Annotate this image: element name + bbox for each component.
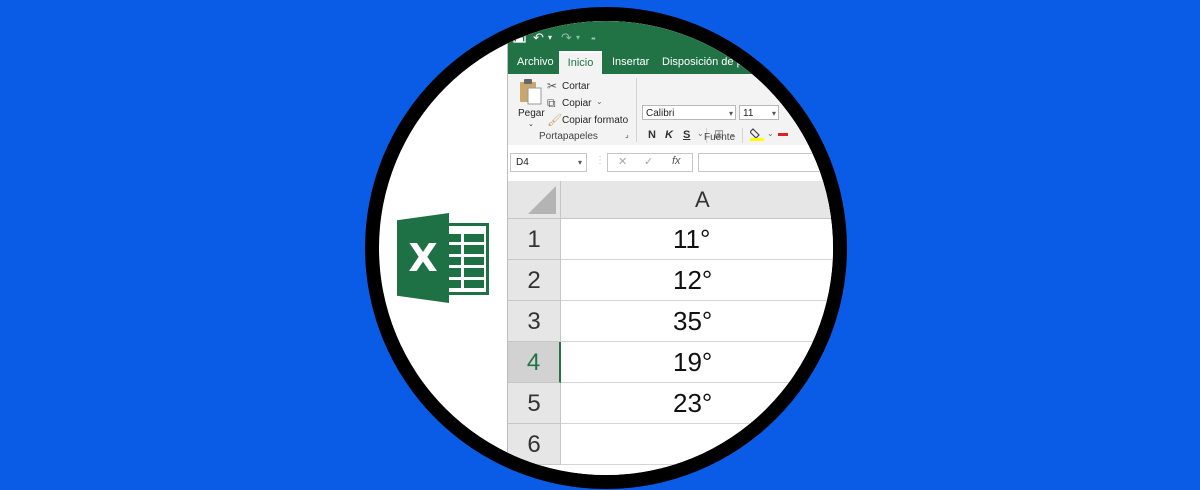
redo-icon[interactable]: ↷ <box>561 30 572 46</box>
formula-input[interactable] <box>698 153 833 172</box>
column-header-a[interactable]: A <box>561 181 833 219</box>
cut-button[interactable]: ✂ Cortar <box>547 79 617 94</box>
format-painter-button[interactable]: 🖌 Copiar formato <box>547 113 637 128</box>
row-header[interactable]: 1 <box>508 219 561 260</box>
underline-button[interactable]: S <box>683 129 690 141</box>
copy-dropdown-icon: ⌄ <box>596 97 603 106</box>
title-bar: ↶ ▾ ↷ ▾ ₌ <box>508 21 833 51</box>
formula-actions: ✕ ✓ fx <box>607 153 693 172</box>
copy-icon: ⧉ <box>547 96 556 110</box>
font-name-value: Calibri <box>646 108 675 119</box>
chevron-down-icon: ▾ <box>728 109 733 118</box>
paste-label: Pegar <box>518 108 545 119</box>
formula-bar-grip-icon: ⋮ <box>595 155 605 166</box>
undo-icon[interactable]: ↶ <box>533 30 544 46</box>
save-icon[interactable] <box>513 30 526 46</box>
format-painter-label: Copiar formato <box>562 115 629 126</box>
name-box[interactable]: D4 ▾ <box>510 153 587 172</box>
cell-a4[interactable]: 19° <box>561 342 833 383</box>
excel-logo-icon: X <box>397 213 493 303</box>
fill-dropdown-icon[interactable]: ⌄ <box>767 129 774 138</box>
tab-inicio[interactable]: Inicio <box>559 51 602 74</box>
chevron-down-icon: ▾ <box>771 109 776 118</box>
redo-dropdown-icon[interactable]: ▾ <box>576 33 580 49</box>
font-color-icon[interactable] <box>778 133 788 136</box>
undo-dropdown-icon[interactable]: ▾ <box>548 33 552 49</box>
bold-button[interactable]: N <box>648 129 656 141</box>
tab-insertar[interactable]: Insertar <box>612 51 649 74</box>
insert-function-icon[interactable]: fx <box>672 155 681 167</box>
paste-button[interactable]: Pegar ⌄ <box>516 78 546 128</box>
cell-a3[interactable]: 35° <box>561 301 833 342</box>
copy-label: Copiar <box>562 98 592 109</box>
italic-button[interactable]: K <box>665 129 673 141</box>
chevron-down-icon: ▾ <box>577 158 582 167</box>
font-name-combo[interactable]: Calibri ▾ <box>642 105 736 120</box>
copy-button[interactable]: ⧉ Copiar ⌄ <box>547 96 617 111</box>
name-box-value: D4 <box>516 157 529 168</box>
enter-icon[interactable]: ✓ <box>644 155 653 168</box>
spreadsheet-grid: A 1 11° 2 12° 3 35° 4 19° 5 23° 6 <box>508 181 833 475</box>
dialog-launcher-icon[interactable]: ⌟ <box>625 130 629 139</box>
font-size-value: 11 <box>743 108 754 119</box>
row-header[interactable]: 3 <box>508 301 561 342</box>
row-header[interactable]: 6 <box>508 424 561 465</box>
cell-a5[interactable]: 23° <box>561 383 833 424</box>
cell-a2[interactable]: 12° <box>561 260 833 301</box>
tab-archivo[interactable]: Archivo <box>517 51 554 74</box>
font-size-combo[interactable]: 11 ▾ <box>739 105 779 120</box>
underline-dropdown-icon[interactable]: ⌄ <box>697 129 704 138</box>
cell-a1[interactable]: 11° <box>561 219 833 260</box>
tab-disposicion[interactable]: Disposición de pág <box>662 51 755 74</box>
scissors-icon: ✂ <box>547 79 558 93</box>
paste-dropdown-icon: ⌄ <box>528 121 534 128</box>
formula-bar: D4 ▾ ⋮ ✕ ✓ fx <box>508 145 833 182</box>
row-header-selected[interactable]: 4 <box>508 342 561 383</box>
ribbon: Pegar ⌄ ✂ Cortar ⧉ Copiar ⌄ 🖌 Copiar for… <box>508 74 833 146</box>
font-group-name: Fuente <box>704 132 736 143</box>
fill-color-icon[interactable] <box>749 127 764 146</box>
cut-label: Cortar <box>562 81 590 92</box>
customize-icon[interactable]: ₌ <box>591 32 596 48</box>
cell-a6[interactable] <box>561 424 833 465</box>
cancel-icon[interactable]: ✕ <box>618 155 627 168</box>
brush-icon: 🖌 <box>547 113 563 127</box>
clipboard-group-name: Portapapeles <box>539 131 598 142</box>
select-all-button[interactable] <box>508 181 561 219</box>
paste-icon <box>520 79 542 105</box>
badge-circle: X ↶ ▾ ↷ ▾ ₌ Archivo Inicio Insertar Disp… <box>379 21 833 475</box>
row-header[interactable]: 5 <box>508 383 561 424</box>
ribbon-tabs: Archivo Inicio Insertar Disposición de p… <box>508 51 833 74</box>
row-header[interactable]: 2 <box>508 260 561 301</box>
excel-window: ↶ ▾ ↷ ▾ ₌ Archivo Inicio Insertar Dispos… <box>507 21 833 475</box>
